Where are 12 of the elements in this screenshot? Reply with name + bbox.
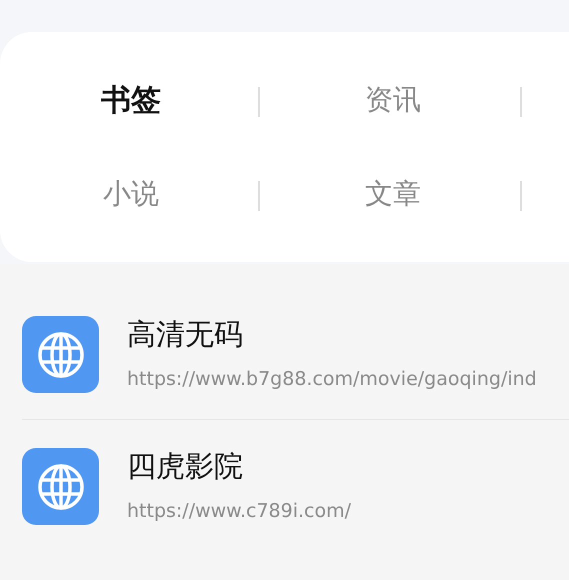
bookmark-title: 高清无码 [127,316,244,352]
tab[interactable]: 小说 [103,173,159,215]
globe-icon [22,316,99,393]
bookmark-item[interactable]: 高清无码 https://www.b7g88.com/movie/gaoqing/ind [0,316,569,448]
tab[interactable]: 书签 [101,78,161,122]
bookmark-title: 四虎影院 [127,448,244,484]
bookmark-item[interactable]: 四虎影院 https://www.c789i.com/ [0,448,569,580]
tab[interactable]: 文章 [365,173,421,215]
bookmark-url: https://www.c789i.com/ [127,499,352,524]
bookmark-url: https://www.b7g88.com/movie/gaoqing/ind [127,367,537,392]
globe-icon [22,448,99,525]
tab[interactable]: 资讯 [365,79,421,121]
